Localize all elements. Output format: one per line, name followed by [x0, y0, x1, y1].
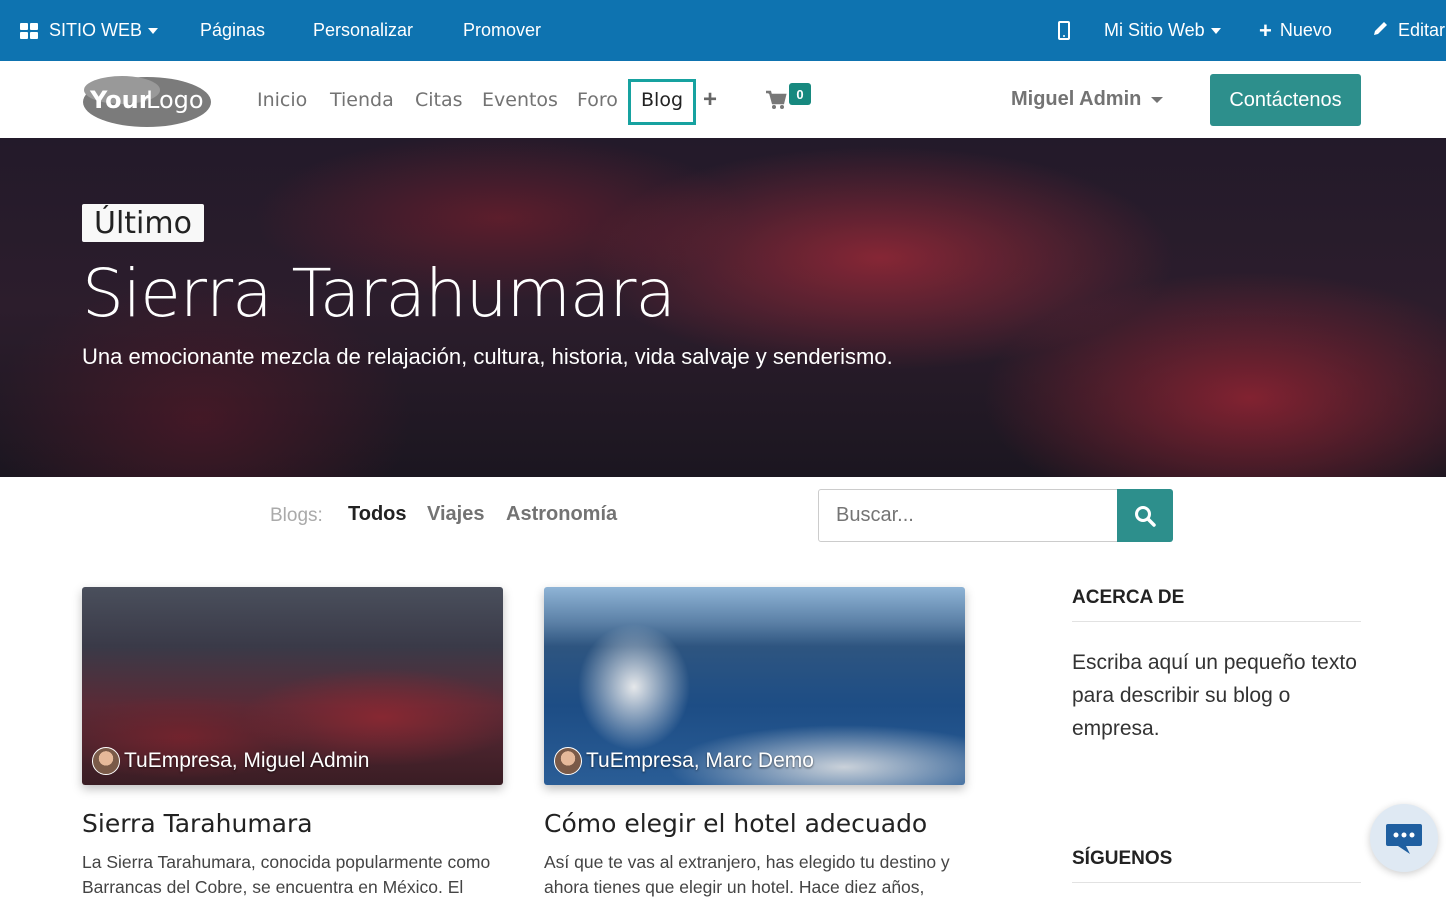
- nav-item-citas[interactable]: Citas: [415, 61, 463, 138]
- nav-item-eventos[interactable]: Eventos: [482, 61, 558, 138]
- chat-bubble-icon: [1386, 824, 1422, 854]
- new-button-label: Nuevo: [1279, 20, 1332, 40]
- avatar: [554, 747, 582, 775]
- blogs-label: Blogs:: [270, 505, 323, 526]
- nav-item-blog[interactable]: Blog: [641, 61, 683, 138]
- site-selector-label: Mi Sitio Web: [1104, 20, 1205, 40]
- avatar: [92, 747, 120, 775]
- caret-down-icon: [148, 27, 159, 34]
- nav-item-foro[interactable]: Foro: [577, 61, 618, 138]
- filter-astronomia[interactable]: Astronomía: [506, 503, 617, 526]
- hero-banner[interactable]: Último Sierra Tarahumara Una emocionante…: [0, 138, 1446, 477]
- edit-button[interactable]: Editar: [1372, 0, 1445, 61]
- shopping-cart-icon[interactable]: [765, 89, 787, 111]
- customize-menu[interactable]: Personalizar: [313, 0, 413, 61]
- search-icon: [1135, 505, 1156, 527]
- user-name: Miguel Admin: [1011, 88, 1142, 110]
- post-cover-image[interactable]: TuEmpresa, Miguel Admin: [82, 587, 503, 785]
- blog-post-card[interactable]: TuEmpresa, Marc Demo Cómo elegir el hote…: [544, 587, 965, 900]
- caret-down-icon: [1210, 27, 1221, 34]
- livechat-button[interactable]: [1370, 804, 1438, 872]
- website-menu[interactable]: SITIO WEB: [20, 0, 159, 61]
- apps-grid-icon: [20, 22, 38, 39]
- search-input[interactable]: [818, 489, 1118, 542]
- add-menu-item-icon[interactable]: +: [703, 86, 717, 114]
- pages-menu[interactable]: Páginas: [200, 0, 265, 61]
- cart-count-badge: 0: [789, 83, 811, 105]
- pencil-icon: [1372, 19, 1390, 42]
- filter-viajes[interactable]: Viajes: [427, 503, 484, 526]
- new-button[interactable]: + Nuevo: [1259, 0, 1332, 61]
- about-text: Escriba aquí un pequeño texto para descr…: [1072, 651, 1357, 740]
- user-menu[interactable]: Miguel Admin: [1011, 61, 1164, 138]
- latest-badge: Último: [82, 204, 204, 242]
- blog-sidebar: ACERCA DE Escriba aquí un pequeño texto …: [1072, 587, 1361, 883]
- search-button[interactable]: [1117, 489, 1173, 542]
- caret-down-icon: [1151, 96, 1164, 103]
- admin-bar: SITIO WEB Páginas Personalizar Promover …: [0, 0, 1446, 61]
- site-logo[interactable]: Your Logo: [82, 72, 212, 127]
- post-author-name: TuEmpresa, Miguel Admin: [124, 749, 370, 772]
- site-header: Your Logo Inicio Tienda Citas Eventos Fo…: [0, 61, 1446, 138]
- post-author-name: TuEmpresa, Marc Demo: [586, 749, 814, 772]
- hero-title[interactable]: Sierra Tarahumara: [82, 255, 676, 332]
- edit-button-label: Editar: [1398, 20, 1446, 40]
- post-author: TuEmpresa, Miguel Admin: [92, 747, 370, 775]
- post-title[interactable]: Sierra Tarahumara: [82, 809, 503, 838]
- hero-subtitle: Una emocionante mezcla de relajación, cu…: [82, 344, 893, 369]
- svg-text:Your: Your: [89, 86, 151, 114]
- post-excerpt: La Sierra Tarahumara, conocida popularme…: [82, 852, 491, 897]
- post-title[interactable]: Cómo elegir el hotel adecuado: [544, 809, 965, 838]
- post-cover-image[interactable]: TuEmpresa, Marc Demo: [544, 587, 965, 785]
- plus-icon: +: [1259, 17, 1272, 43]
- blog-post-card[interactable]: TuEmpresa, Miguel Admin Sierra Tarahumar…: [82, 587, 503, 900]
- about-heading: ACERCA DE: [1072, 587, 1361, 622]
- site-selector[interactable]: Mi Sitio Web: [1104, 0, 1221, 61]
- mobile-preview-button[interactable]: [1058, 0, 1070, 61]
- svg-text:Logo: Logo: [146, 86, 204, 114]
- filter-todos[interactable]: Todos: [348, 503, 407, 526]
- blog-filters: Blogs: Todos Viajes Astronomía: [0, 477, 1446, 557]
- mobile-phone-icon: [1058, 21, 1070, 40]
- follow-us-heading: SÍGUENOS: [1072, 848, 1361, 883]
- contact-us-button[interactable]: Contáctenos: [1210, 74, 1361, 126]
- nav-item-tienda[interactable]: Tienda: [330, 61, 394, 138]
- nav-item-inicio[interactable]: Inicio: [257, 61, 307, 138]
- post-excerpt: Así que te vas al extranjero, has elegid…: [544, 852, 950, 897]
- website-menu-label: SITIO WEB: [49, 20, 143, 40]
- promote-menu[interactable]: Promover: [463, 0, 541, 61]
- post-author: TuEmpresa, Marc Demo: [554, 747, 814, 775]
